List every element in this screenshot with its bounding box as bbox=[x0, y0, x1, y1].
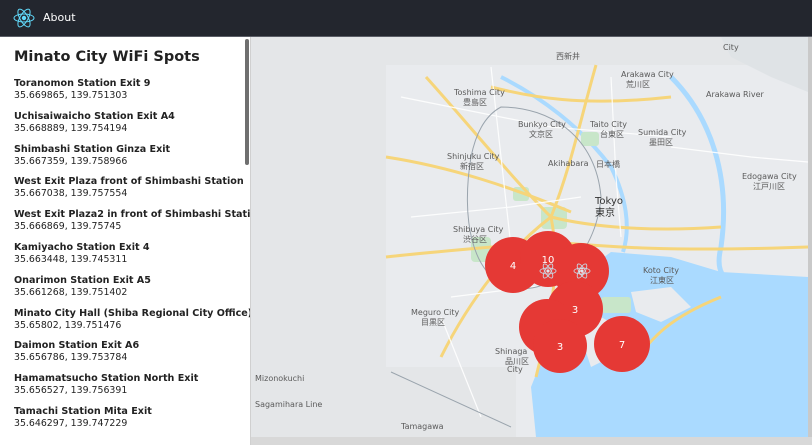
place-label: 文京区 bbox=[529, 129, 553, 139]
place-label: 西新井 bbox=[556, 51, 580, 61]
spot-list: Toranomon Station Exit 9 35.669865, 139.… bbox=[14, 78, 251, 439]
map-view[interactable]: Arakawa City 荒川区 Toshima City 豊島区 Bunkyo… bbox=[251, 37, 808, 437]
spot-coords: 35.667038, 139.757554 bbox=[14, 188, 128, 200]
place-label: Akihabara bbox=[548, 159, 589, 168]
bay-park bbox=[601, 297, 631, 313]
wifi-spot-sidebar: Minato City WiFi Spots Toranomon Station… bbox=[0, 37, 251, 445]
place-label: 江戸川区 bbox=[753, 182, 785, 191]
ueno-park bbox=[581, 132, 599, 146]
place-label: 渋谷区 bbox=[463, 234, 487, 244]
list-item[interactable]: Hamamatsucho Station North Exit 35.65652… bbox=[14, 373, 240, 406]
list-item[interactable]: West Exit Plaza2 in front of Shimbashi S… bbox=[14, 209, 251, 242]
cluster-count: 3 bbox=[557, 342, 563, 353]
place-label: Arakawa City bbox=[621, 70, 674, 79]
list-item[interactable]: Kamiyacho Station Exit 4 35.663448, 139.… bbox=[14, 242, 240, 275]
spot-coords: 35.656786, 139.753784 bbox=[14, 352, 128, 364]
page-title: Minato City WiFi Spots bbox=[14, 49, 200, 65]
place-label: 台東区 bbox=[600, 129, 624, 139]
spot-coords: 35.668889, 139.754194 bbox=[14, 122, 128, 134]
place-label: Shinjuku City bbox=[447, 152, 500, 161]
list-item[interactable]: Daimon Station Exit A6 35.656786, 139.75… bbox=[14, 340, 240, 373]
map-frame bbox=[808, 37, 812, 445]
app-header: About bbox=[0, 0, 812, 37]
cluster-marker[interactable]: 3 bbox=[533, 319, 587, 373]
place-label: Sumida City bbox=[638, 128, 687, 137]
place-label: City bbox=[507, 365, 523, 374]
map-canvas[interactable]: Arakawa City 荒川区 Toshima City 豊島区 Bunkyo… bbox=[251, 37, 808, 437]
place-label: Bunkyo City bbox=[518, 120, 566, 129]
cluster-marker[interactable]: 7 bbox=[594, 316, 650, 372]
place-label: 江東区 bbox=[650, 275, 674, 285]
place-label: Tokyo bbox=[594, 196, 623, 207]
place-label: 墨田区 bbox=[649, 138, 673, 147]
spot-name: West Exit Plaza2 in front of Shimbashi S… bbox=[14, 209, 251, 221]
spot-name: Kamiyacho Station Exit 4 bbox=[14, 241, 150, 253]
spot-name: Toranomon Station Exit 9 bbox=[14, 78, 151, 89]
cluster-count: 3 bbox=[572, 305, 578, 316]
list-item[interactable]: Toranomon Station Exit 9 35.669865, 139.… bbox=[14, 78, 240, 111]
place-label: Meguro City bbox=[411, 308, 459, 317]
spot-name: Onarimon Station Exit A5 bbox=[14, 274, 151, 286]
place-label: 日本橋 bbox=[596, 159, 620, 169]
cluster-count: 7 bbox=[619, 340, 625, 351]
list-item[interactable]: Onarimon Station Exit A5 35.661268, 139.… bbox=[14, 275, 240, 308]
place-label: 豊島区 bbox=[463, 97, 487, 107]
place-label: 新宿区 bbox=[460, 161, 484, 171]
place-label: Sagamihara Line bbox=[255, 400, 322, 409]
spot-name: Uchisaiwaicho Station Exit A4 bbox=[14, 110, 175, 122]
list-item[interactable]: Minato City Hall (Shiba Regional City Of… bbox=[14, 307, 251, 341]
list-item[interactable]: Tamachi Station Mita Exit 35.646297, 139… bbox=[14, 406, 240, 439]
place-label: 東京 bbox=[595, 206, 615, 219]
list-item[interactable]: Shimbashi Station Ginza Exit 35.667359, … bbox=[14, 144, 240, 177]
place-label: Mizonokuchi bbox=[255, 374, 304, 383]
place-label: 目黒区 bbox=[421, 318, 445, 327]
spot-coords: 35.669865, 139.751303 bbox=[14, 90, 128, 101]
place-label: City bbox=[723, 43, 739, 52]
sidebar-scrollbar[interactable] bbox=[245, 39, 249, 165]
spot-coords: 35.667359, 139.758966 bbox=[14, 155, 128, 167]
map-bottom-bar bbox=[251, 437, 812, 445]
place-label: Shinaga bbox=[495, 347, 527, 356]
spot-name: Daimon Station Exit A6 bbox=[14, 340, 140, 352]
spot-name: Tamachi Station Mita Exit bbox=[14, 405, 152, 417]
spot-coords: 35.663448, 139.745311 bbox=[14, 253, 128, 265]
spot-coords: 35.661268, 139.751402 bbox=[14, 286, 128, 298]
spot-coords: 35.65802, 139.751476 bbox=[14, 319, 122, 331]
place-label: Koto City bbox=[643, 266, 679, 275]
place-label: Toshima City bbox=[453, 88, 505, 97]
place-label: Shibuya City bbox=[453, 225, 504, 234]
place-label: Arakawa River bbox=[706, 90, 764, 99]
spot-coords: 35.656527, 139.756391 bbox=[14, 385, 128, 397]
place-label: Tamagawa bbox=[400, 422, 444, 431]
list-item[interactable]: Uchisaiwaicho Station Exit A4 35.668889,… bbox=[14, 111, 240, 144]
place-label: Edogawa City bbox=[742, 172, 797, 181]
cluster-count: 4 bbox=[510, 261, 516, 272]
spot-name: Shimbashi Station Ginza Exit bbox=[14, 143, 171, 155]
place-label: Taito City bbox=[589, 120, 627, 129]
list-item[interactable]: West Exit Plaza front of Shimbashi Stati… bbox=[14, 176, 244, 209]
react-logo-icon[interactable] bbox=[12, 6, 36, 30]
spot-name: Minato City Hall (Shiba Regional City Of… bbox=[14, 307, 251, 319]
spot-coords: 35.646297, 139.747229 bbox=[14, 417, 128, 429]
about-link[interactable]: About bbox=[43, 11, 76, 24]
spot-coords: 35.666869, 139.75745 bbox=[14, 221, 122, 233]
place-label: 荒川区 bbox=[626, 79, 650, 89]
spot-name: West Exit Plaza front of Shimbashi Stati… bbox=[14, 176, 244, 188]
spot-name: Hamamatsucho Station North Exit bbox=[14, 373, 199, 385]
